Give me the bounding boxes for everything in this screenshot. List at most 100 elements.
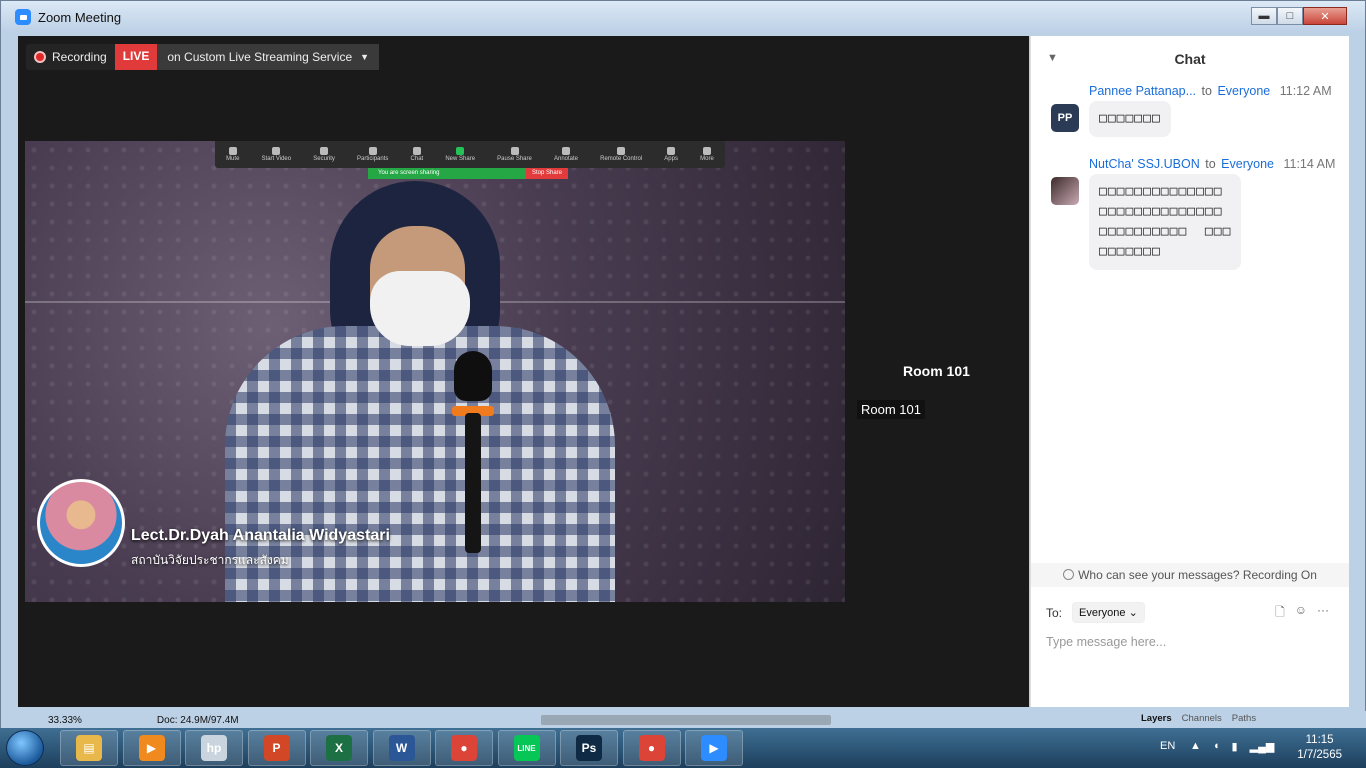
panel-tabs: Layers Channels Paths [1141,713,1256,724]
avatar: PP [1051,104,1079,132]
toolbar-label: Chat [410,156,424,162]
zoom-window: Zoom Meeting ▬ □ ✕ Recording LIVE on Cus… [0,0,1366,729]
toolbar-chat[interactable]: Chat [410,147,424,162]
message-to-label: to [1201,84,1212,98]
toolbar-more[interactable]: More [700,147,714,162]
tab-paths[interactable]: Paths [1232,713,1256,724]
toolbar-remote-control[interactable]: Remote Control [600,147,642,162]
tray-expand-icon[interactable]: ▲ [1190,740,1201,753]
network-icon[interactable]: ▂▄▆ [1250,740,1275,753]
room-label-large: Room 101 [903,363,970,379]
taskbar-line[interactable]: LINE [497,730,556,766]
person-icon [1063,569,1075,580]
taskbar: ▤ ▶ hp P X W ● LINE Ps ● ▶ EN ▲ ◖ ▮ ▂▄▆ 11:15 1/7/… [0,728,1366,768]
hp-app-icon: hp [201,735,227,761]
chat-privacy-notice[interactable]: Who can see your messages? Recording On [1031,563,1349,587]
taskbar-excel[interactable]: X [310,730,368,766]
taskbar-powerpoint[interactable]: P [247,730,306,766]
taskbar-zoom[interactable]: ▶ [685,730,743,766]
window-controls: ▬ □ ✕ [1251,7,1347,25]
power-icon[interactable]: ▮ [1232,740,1238,753]
toolbar-label: Remote Control [600,156,643,162]
chat-header: ▼ Chat [1031,36,1349,81]
message-bubble[interactable]: □□□□□□□□□□□□□□ □□□□□□□□□□□□□□ □□□□□□□□□□… [1089,174,1242,270]
chat-title: Chat [1174,51,1206,67]
taskbar-word[interactable]: W [372,730,431,766]
clock[interactable]: 11:15 1/7/2565 [1297,733,1342,763]
minimize-button[interactable]: ▬ [1251,7,1277,25]
toolbar-security[interactable]: Security [313,147,335,162]
close-button[interactable]: ✕ [1303,7,1347,25]
privacy-text: Who can see your messages? Recording On [1078,568,1317,582]
speaker-affiliation: สถาบันวิจัยประชากรและสังคม [131,553,289,567]
toolbar-participants[interactable]: Participants [357,147,388,162]
to-label: To: [1046,605,1063,620]
toolbar-annotate[interactable]: Annotate [554,147,578,162]
taskbar-photoshop[interactable]: Ps [560,730,618,766]
volume-icon[interactable]: ◖ [1213,740,1220,753]
stop-share-button[interactable]: Stop Share [526,168,569,179]
speaker-name: Lect.Dr.Dyah Anantalia Widyastari [131,527,390,544]
recording-label: Recording [52,50,107,64]
live-service-dropdown[interactable]: on Custom Live Streaming Service ▼ [157,44,380,70]
photoshop-status-bar: 33.33% Doc: 24.9M/97.4M Layers Channels … [1,711,1366,729]
taskbar-chrome[interactable]: ● [435,730,493,766]
room-label-small: Room 101 [857,400,925,419]
title-bar[interactable]: Zoom Meeting ▬ □ ✕ [1,1,1365,33]
live-badge: LIVE [114,44,158,70]
zoom-logo-icon [15,9,31,25]
zoom-level[interactable]: 33.33% [48,715,82,726]
more-icon [702,147,711,155]
message-recipient[interactable]: Everyone [1217,84,1270,98]
clock-date: 1/7/2565 [1297,749,1342,761]
message-bubble[interactable]: □□□□□□□ [1089,101,1171,137]
message-sender[interactable]: Pannee Pattanap... [1089,84,1196,98]
tab-layers[interactable]: Layers [1141,713,1172,724]
excel-icon: X [326,735,352,761]
toolbar-label: More [700,156,714,162]
toolbar-label: Annotate [553,156,579,162]
toolbar-start-video[interactable]: Start Video [261,147,292,162]
emoji-icon[interactable]: ☺ [1295,603,1307,624]
taskbar-hp-app[interactable]: hp [185,730,243,766]
live-service-label: on Custom Live Streaming Service [167,50,353,64]
taskbar-media-player[interactable]: ▶ [122,730,181,766]
speaker-avatar [37,479,125,567]
tab-channels[interactable]: Channels [1182,713,1222,724]
chat-recipient-row: To: Everyone ⌄ [1046,602,1145,623]
taskbar-explorer[interactable]: ▤ [60,730,118,766]
horizontal-scrollbar[interactable] [541,715,831,725]
window-title: Zoom Meeting [38,9,122,25]
avatar [1051,177,1079,205]
maximize-button[interactable]: □ [1277,7,1303,25]
word-icon: W [388,735,415,761]
chat-message-input[interactable] [1046,630,1336,654]
toolbar-pause-share[interactable]: Pause Share [497,147,532,162]
photoshop-icon: Ps [576,735,602,761]
more-icon[interactable]: ··· [1317,603,1329,624]
toolbar-label: New Share [445,156,476,162]
mic-handle [465,413,481,553]
mic-head [454,351,492,401]
doc-size: Doc: 24.9M/97.4M [156,714,239,726]
system-tray: ▲ ◖ ▮ ▂▄▆ [1190,740,1274,753]
message-recipient[interactable]: Everyone [1221,157,1274,171]
taskbar-chrome-profile[interactable]: ● [622,730,681,766]
toolbar-label: Mute [226,156,240,162]
message-meta: NutCha' SSJ.UBON to Everyone 11:14 AM [1089,157,1335,171]
toolbar-new-share[interactable]: New Share [445,147,475,162]
toolbar-mute[interactable]: Mute [226,147,239,162]
recipient-select[interactable]: Everyone ⌄ [1072,602,1145,623]
toolbar-apps[interactable]: Apps [664,147,678,162]
powerpoint-icon: P [263,735,290,761]
toolbar-label: Start Video [261,156,292,162]
input-language[interactable]: EN [1160,740,1175,752]
sharing-indicator: You are screen sharing [368,168,526,179]
apps-icon [667,147,676,155]
file-icon[interactable]: 🗋 [1275,603,1285,624]
toolbar-label: Participants [357,156,389,162]
start-button[interactable] [6,730,44,766]
message-sender[interactable]: NutCha' SSJ.UBON [1089,157,1200,171]
mouse-icon [617,147,626,155]
message-time: 11:12 AM [1279,84,1332,98]
